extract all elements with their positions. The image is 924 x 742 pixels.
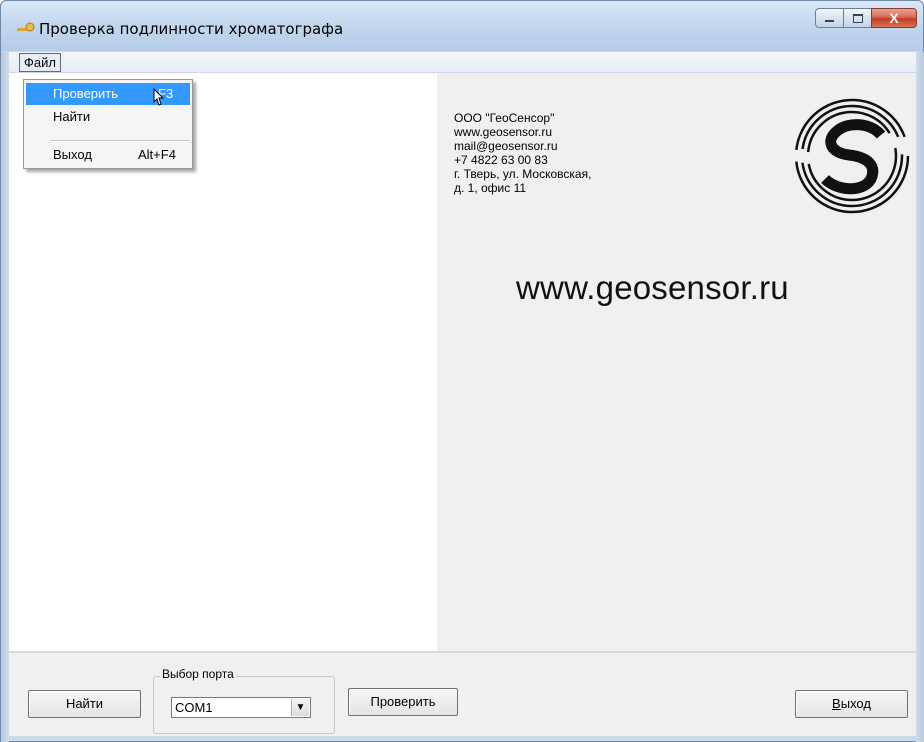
menu-file[interactable]: Файл <box>19 53 61 72</box>
menu-item-check[interactable]: Проверить F3 <box>26 83 190 105</box>
close-button[interactable]: X <box>871 8 917 28</box>
window-controls: X <box>815 8 917 30</box>
port-selection-group: Выбор порта COM1 ▼ <box>153 667 335 734</box>
company-site: www.geosensor.ru <box>454 125 553 139</box>
company-name: ООО "ГеоСенсор" <box>454 111 555 125</box>
app-window: Проверка подлинности хроматографа X Файл… <box>0 0 924 742</box>
key-icon <box>17 22 35 32</box>
menu-item-label: Проверить <box>53 86 119 101</box>
menu-item-shortcut: Alt+F4 <box>138 147 176 162</box>
close-icon: X <box>889 10 899 26</box>
bottom-panel: Найти Выбор порта COM1 ▼ Проверить Выход <box>9 652 916 736</box>
port-select[interactable]: COM1 ▼ <box>171 697 311 718</box>
window-frame-right <box>916 52 924 742</box>
exit-button[interactable]: Выход <box>795 690 908 718</box>
menu-item-find[interactable]: Найти <box>26 106 190 128</box>
contact-info: ООО "ГеоСенсор" www.geosensor.ru mail@ge… <box>454 111 591 195</box>
maximize-icon <box>852 13 863 23</box>
file-menu-dropdown: Проверить F3 Найти Выход Alt+F4 <box>23 79 193 169</box>
menu-item-exit[interactable]: Выход Alt+F4 <box>26 144 190 166</box>
mouse-cursor-icon <box>153 87 165 106</box>
info-pane: ООО "ГеоСенсор" www.geosensor.ru mail@ge… <box>437 73 916 651</box>
minimize-icon <box>825 20 834 22</box>
menu-item-label: Выход <box>53 147 92 162</box>
check-button[interactable]: Проверить <box>348 688 458 716</box>
port-group-label: Выбор порта <box>160 667 236 681</box>
company-address-line2: д. 1, офис 11 <box>454 181 527 195</box>
window-frame-left <box>1 52 9 742</box>
menu-item-label: Найти <box>53 109 91 124</box>
geosensor-logo-icon <box>794 98 910 214</box>
company-phone: +7 4822 63 00 83 <box>454 153 548 167</box>
maximize-button[interactable] <box>843 8 871 28</box>
menu-bar: Файл <box>9 52 916 73</box>
title-bar[interactable]: Проверка подлинности хроматографа X <box>1 1 923 51</box>
website-banner[interactable]: www.geosensor.ru <box>516 269 789 307</box>
window-title: Проверка подлинности хроматографа <box>39 20 344 38</box>
minimize-button[interactable] <box>815 8 843 28</box>
menu-separator <box>51 140 189 142</box>
company-address-line1: г. Тверь, ул. Московская, <box>454 167 592 181</box>
dropdown-arrow-icon[interactable]: ▼ <box>291 699 309 716</box>
find-button[interactable]: Найти <box>28 690 141 718</box>
port-select-value: COM1 <box>175 700 213 715</box>
company-email: mail@geosensor.ru <box>454 139 558 153</box>
